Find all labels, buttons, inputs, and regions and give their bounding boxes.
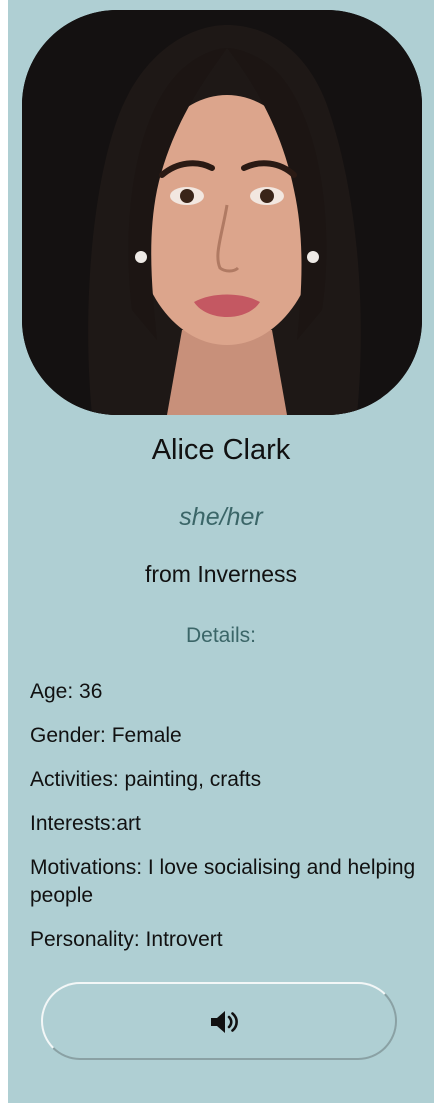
detail-personality: Personality: Introvert xyxy=(30,928,223,951)
profile-location: from Inverness xyxy=(144,561,298,587)
profile-name: Alice Clark xyxy=(151,434,291,466)
detail-motivations: Motivations: I love socialising and help… xyxy=(30,856,416,907)
details-heading: Details: xyxy=(185,624,257,647)
detail-age: Age: 36 xyxy=(30,680,103,703)
speaker-icon xyxy=(211,1011,238,1033)
detail-gender: Gender: Female xyxy=(30,724,182,747)
detail-activities: Activities: painting, crafts xyxy=(30,768,262,791)
detail-interests: Interests:art xyxy=(30,812,141,835)
play-audio-button[interactable] xyxy=(41,982,397,1060)
profile-pronouns: she/her xyxy=(179,503,263,531)
portrait-image xyxy=(22,10,422,415)
profile-card: Alice Clark she/her from Inverness Detai… xyxy=(8,0,434,1103)
profile-photo xyxy=(22,10,422,415)
